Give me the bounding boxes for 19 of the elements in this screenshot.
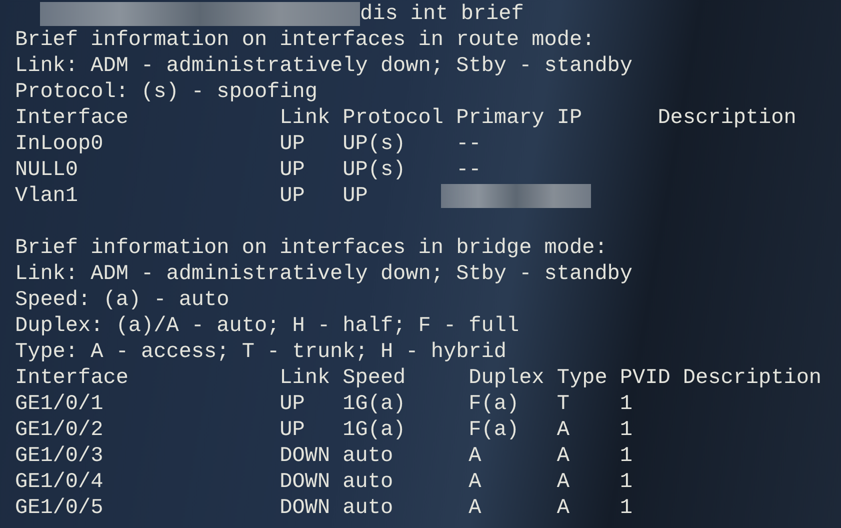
terminal-line: NULL0 UP UP(s) -- [15,158,482,182]
terminal-line: Link: ADM - administratively down; Stby - standby [15,262,633,286]
terminal-line: GE1/0/4 DOWN auto A A 1 [15,470,633,494]
terminal-line: GE1/0/1 UP 1G(a) F(a) T 1 [15,392,633,416]
terminal-line: GE1/0/5 DOWN auto A A 1 [15,496,633,520]
terminal-line: Brief information on interfaces in route mode: [15,28,595,52]
terminal-line: Brief information on interfaces in bridge mode: [15,236,608,260]
terminal-line: Link: ADM - administratively down; Stby - standby [15,54,633,78]
terminal-line: Speed: (a) - auto [15,288,230,312]
terminal-line: GE1/0/3 DOWN auto A A 1 [15,444,633,468]
terminal-line: Protocol: (s) - spoofing [15,80,318,104]
terminal-line: dis int brief [360,2,524,26]
terminal-line: InLoop0 UP UP(s) -- [15,132,482,156]
terminal-line: Interface Link Speed Duplex Type PVID Description [15,366,822,390]
terminal-line: GE1/0/2 UP 1G(a) F(a) A 1 [15,418,633,442]
terminal-line: Vlan1 UP UP [15,184,368,208]
terminal-line: Type: A - access; T - trunk; H - hybrid [15,340,506,364]
terminal-line: Duplex: (a)/A - auto; H - half; F - full [15,314,520,338]
terminal-line: Interface Link Protocol Primary IP Description [15,106,796,130]
